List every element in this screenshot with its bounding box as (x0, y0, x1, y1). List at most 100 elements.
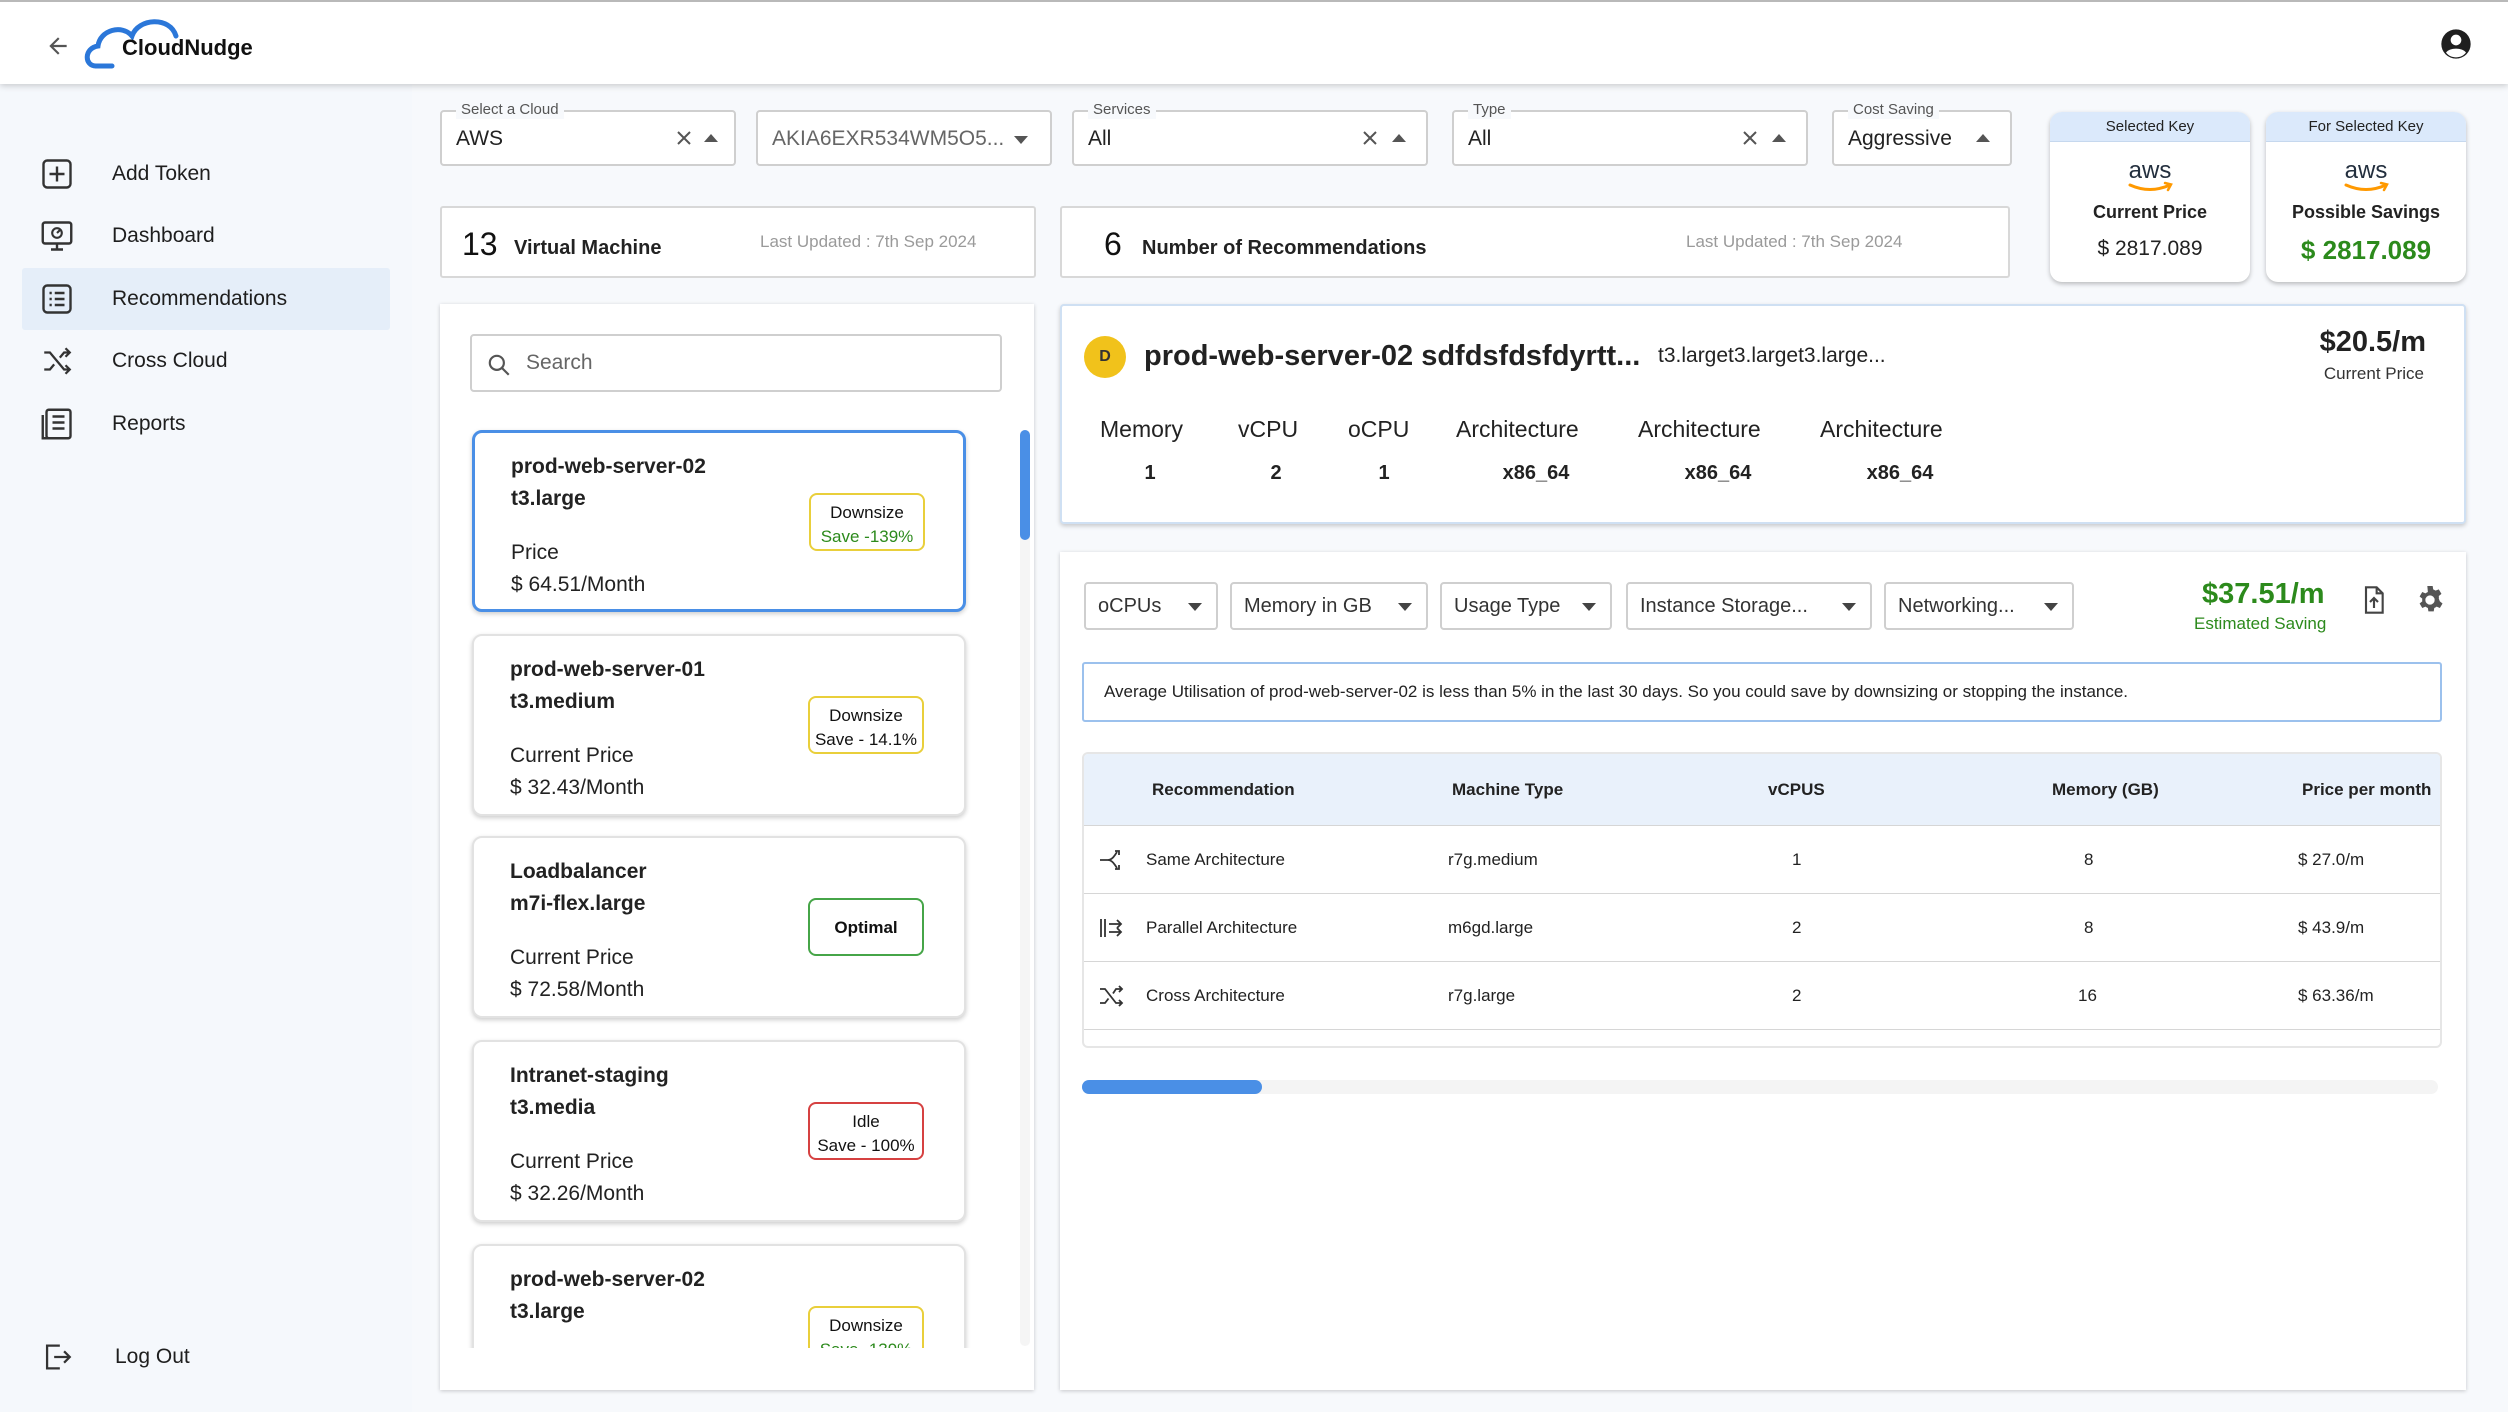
spec-value: 1 (1144, 462, 1156, 484)
sidebar-item-label: Add Token (112, 162, 211, 185)
search-input[interactable] (526, 348, 986, 378)
instance-price: $20.5/m (2319, 326, 2426, 358)
list-item[interactable]: prod-web-server-02 t3.large Price $ 64.5… (472, 430, 966, 612)
badge-label: Optimal (834, 918, 898, 937)
avatar: D (1084, 336, 1126, 378)
cloud-select-label: Select a Cloud (456, 101, 564, 119)
sidebar-item-reports[interactable]: Reports (22, 393, 390, 455)
logout-button[interactable]: Log Out (22, 1326, 390, 1388)
status-badge: Idle Save - 100% (808, 1102, 924, 1160)
savings-key-head: For Selected Key (2266, 112, 2466, 142)
filter-label: Networking... (1898, 595, 2015, 617)
recommendation-list-panel: prod-web-server-02 t3.large Price $ 64.5… (440, 304, 1034, 1390)
type-select[interactable]: Type All (1452, 101, 1808, 166)
sidebar-item-label: Dashboard (112, 224, 215, 247)
chevron-down-icon (1188, 603, 1202, 611)
table-row[interactable]: Parallel Architecture m6gd.large 2 8 $ 4… (1084, 894, 2440, 962)
sidebar-item-label: Reports (112, 412, 186, 435)
table-header: Recommendation Machine Type vCPUS Memory… (1084, 754, 2440, 826)
cell-vcpus: 2 (1792, 986, 1802, 1005)
possible-savings-label: Possible Savings (2291, 202, 2441, 222)
search-icon (488, 354, 510, 376)
clear-icon[interactable] (672, 126, 696, 150)
networking-filter[interactable]: Networking... (1884, 582, 2074, 630)
chevron-down-icon[interactable] (1014, 136, 1028, 144)
spec-value: 1 (1378, 462, 1390, 484)
sidebar-item-add-token[interactable]: Add Token (22, 143, 390, 205)
search-box[interactable] (470, 334, 1002, 392)
selected-key-head: Selected Key (2050, 112, 2250, 142)
add-box-icon (37, 154, 77, 194)
list-scrollbar-thumb[interactable] (1020, 430, 1030, 540)
badge-label: Downsize (829, 1316, 903, 1335)
spec-label: oCPU (1348, 416, 1410, 442)
table-row[interactable]: Same Architecture r7g.medium 1 8 $ 27.0/… (1084, 826, 2440, 894)
gear-icon[interactable] (2414, 584, 2446, 616)
chevron-down-icon (1582, 603, 1596, 611)
usage-type-filter[interactable]: Usage Type (1440, 582, 1612, 630)
clear-icon[interactable] (1358, 126, 1382, 150)
shuffle-icon (37, 341, 77, 381)
badge-label: Downsize (829, 706, 903, 725)
services-select-label: Services (1088, 101, 1156, 119)
table-row[interactable]: Cross Architecture r7g.large 2 16 $ 63.3… (1084, 962, 2440, 1030)
badge-saving: Save -139% (820, 527, 914, 546)
list-item-name: Loadbalancer (510, 860, 647, 883)
instance-price-label: Current Price (2323, 364, 2424, 383)
spec-value: x86_64 (1684, 462, 1752, 484)
vm-last-updated: Last Updated : 7th Sep 2024 (760, 232, 977, 251)
export-file-icon[interactable] (2358, 584, 2390, 616)
cell-recommendation: Same Architecture (1146, 850, 1285, 869)
sidebar-item-label: Recommendations (112, 287, 288, 310)
status-badge: Downsize Save -139% (808, 1306, 924, 1348)
table-scrollbar-track[interactable] (1082, 1080, 2438, 1094)
sidebar-item-cross-cloud[interactable]: Cross Cloud (22, 330, 390, 392)
list-item[interactable]: Loadbalancer m7i-flex.large Current Pric… (472, 836, 966, 1018)
chevron-up-icon[interactable] (1392, 134, 1406, 142)
badge-label: Idle (852, 1112, 880, 1131)
instance-storage-filter[interactable]: Instance Storage... (1626, 582, 1872, 630)
type-select-label: Type (1468, 101, 1511, 119)
list-icon (37, 279, 77, 319)
key-select[interactable]: AKIA6EXR534WM5O5... (756, 110, 1052, 166)
chevron-down-icon (1842, 603, 1856, 611)
list-item[interactable]: prod-web-server-02 t3.large Downsize Sav… (472, 1244, 966, 1348)
services-select-value: All (1088, 127, 1112, 150)
cost-saving-select[interactable]: Cost Saving Aggressive (1832, 101, 2012, 166)
filter-label: oCPUs (1098, 595, 1162, 617)
services-select[interactable]: Services All (1072, 101, 1428, 166)
list-item-name: Intranet-staging (510, 1064, 669, 1087)
utilisation-info: Average Utilisation of prod-web-server-0… (1082, 662, 2442, 722)
list-item[interactable]: prod-web-server-01 t3.medium Current Pri… (472, 634, 966, 816)
recommendation-list[interactable]: prod-web-server-02 t3.large Price $ 64.5… (440, 414, 1034, 1348)
chevron-up-icon[interactable] (704, 134, 718, 142)
sidebar-item-dashboard[interactable]: Dashboard (22, 205, 390, 267)
account-circle-icon[interactable] (2440, 28, 2472, 60)
spec-label: Architecture (1638, 416, 1761, 442)
list-item-type: m7i-flex.large (510, 892, 646, 915)
current-price-label: Current Price (2092, 202, 2208, 222)
list-item-price-label: Price (511, 541, 559, 564)
cell-vcpus: 1 (1792, 850, 1802, 869)
recs-stat-card: 6 Number of Recommendations Last Updated… (1060, 206, 2010, 278)
cell-price: $ 43.9/m (2298, 918, 2365, 937)
table-scrollbar-thumb[interactable] (1082, 1080, 1262, 1094)
list-item[interactable]: Intranet-staging t3.media Current Price … (472, 1040, 966, 1222)
sidebar-item-recommendations[interactable]: Recommendations (22, 268, 390, 330)
cell-memory: 16 (2078, 986, 2097, 1005)
type-select-value: All (1468, 127, 1492, 150)
chevron-up-icon[interactable] (1772, 134, 1786, 142)
list-scrollbar-track[interactable] (1020, 430, 1030, 1346)
badge-label: Downsize (830, 503, 904, 522)
spec-value: x86_64 (1502, 462, 1570, 484)
back-button[interactable] (38, 26, 78, 66)
clear-icon[interactable] (1738, 126, 1762, 150)
logout-icon (37, 1337, 77, 1377)
filter-label: Instance Storage... (1640, 595, 1808, 617)
ocpus-filter[interactable]: oCPUs (1084, 582, 1218, 630)
cross-architecture-icon (1100, 985, 1124, 1007)
list-item-type: t3.large (510, 1300, 585, 1323)
memory-filter[interactable]: Memory in GB (1230, 582, 1428, 630)
chevron-up-icon[interactable] (1976, 134, 1990, 142)
cloud-select[interactable]: Select a Cloud AWS (440, 101, 736, 166)
